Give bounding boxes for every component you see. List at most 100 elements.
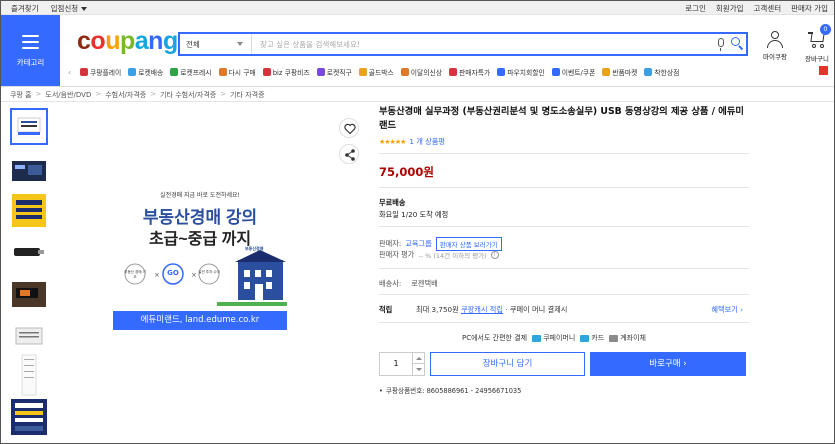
thumbnail-6[interactable] xyxy=(10,318,48,355)
breadcrumb-separator: > xyxy=(95,90,102,98)
quick-nav-item[interactable]: 다시 구매 xyxy=(218,67,256,77)
add-to-cart-button[interactable]: 장바구니 담기 xyxy=(430,352,585,376)
search-input[interactable]: 찾고 싶은 상품을 검색해보세요! xyxy=(260,39,360,50)
quick-nav-label: 이달의신상 xyxy=(410,69,442,77)
quick-nav-item[interactable]: biz 쿠팡비즈 xyxy=(262,67,310,77)
seller-signup-link[interactable]: 판매자 가입 xyxy=(791,3,828,14)
quick-nav-item[interactable]: 쿠팡플레이 xyxy=(80,67,121,77)
seller-row: 판매자: 교육그룹 판매자 상품 보러가기 xyxy=(379,237,502,251)
quantity-increase-button[interactable] xyxy=(412,353,424,364)
thumbnail-7[interactable] xyxy=(10,353,48,397)
my-coupang-button[interactable]: 마이쿠팡 xyxy=(760,31,790,61)
chevron-down-icon xyxy=(237,42,243,46)
divider xyxy=(379,153,749,154)
card-icon xyxy=(580,334,590,342)
header-divider xyxy=(1,86,834,87)
quick-nav-label: biz 쿠팡비즈 xyxy=(272,69,310,77)
bubble-mid: GO xyxy=(167,269,179,277)
cart-label: 장바구니 xyxy=(805,55,829,63)
search-bar: 전체 찾고 싶은 상품을 검색해보세요! xyxy=(178,32,748,56)
customer-center-link[interactable]: 고객센터 xyxy=(754,3,782,14)
thumbnail-image xyxy=(12,194,46,227)
thumbnail-8[interactable] xyxy=(10,398,48,436)
benefit-more-link[interactable]: 혜택보기 › xyxy=(711,305,743,315)
quick-nav-icon xyxy=(316,68,325,76)
quantity-input[interactable]: 1 xyxy=(380,353,412,375)
share-icon xyxy=(345,149,355,161)
seller-products-button[interactable]: 판매자 상품 보러가기 xyxy=(435,237,502,251)
search-category-select[interactable]: 전체 xyxy=(180,34,252,54)
quick-nav-item[interactable]: 로켓배송 xyxy=(128,67,163,77)
breadcrumb-item[interactable]: 수험서/자격증 xyxy=(105,90,146,100)
buy-now-button[interactable]: 바로구매 › xyxy=(590,352,746,376)
review-count-link[interactable]: 1 개 상품평 xyxy=(409,137,445,147)
info-icon[interactable]: i xyxy=(490,251,499,259)
search-icon[interactable] xyxy=(731,37,740,46)
flag-icon[interactable] xyxy=(819,66,828,75)
seller-label: 판매자: xyxy=(379,239,402,248)
breadcrumb-item[interactable]: 기타 자격증 xyxy=(230,90,264,100)
quick-nav-icon xyxy=(644,68,653,76)
shipping-label: 무료배송 xyxy=(379,198,406,207)
payment-method-label: 쿠페이머니 xyxy=(543,334,576,342)
quantity-stepper: 1 xyxy=(379,352,425,376)
heart-icon xyxy=(344,123,356,135)
breadcrumb-item[interactable]: 도서/음반/DVD xyxy=(45,90,91,100)
quick-nav-item[interactable]: 로켓프레시 xyxy=(170,67,212,77)
payment-intro: PC에서도 간편한 결제 xyxy=(462,334,528,342)
quick-nav-icon xyxy=(497,68,506,76)
coupang-logo[interactable]: coupang xyxy=(77,27,178,56)
delivery-company: 로젠택배 xyxy=(411,279,438,288)
quick-nav-items: 쿠팡플레이 로켓배송 로켓프레시 다시 구매 biz 쿠팡비즈 로켓직구 골드박스 이달의신상… xyxy=(80,67,679,77)
quick-nav-item[interactable]: 로켓직구 xyxy=(316,67,352,77)
quick-nav-item[interactable]: 파우치회할인 xyxy=(497,67,545,77)
bookmark-link[interactable]: 즐겨찾기 xyxy=(11,3,39,14)
quick-nav-icon xyxy=(262,68,271,76)
chevron-down-icon xyxy=(81,7,88,11)
image-headline-small: 실전경매 지금 바로 도전하세요! xyxy=(160,192,240,199)
delivery-label: 배송사: xyxy=(379,279,402,288)
rating-row: ★★★★★ 1 개 상품평 xyxy=(379,137,445,147)
category-menu-button[interactable]: 카테고리 xyxy=(1,15,60,87)
product-title: 부동산경매 실무과정 (부동산권리분석 및 명도소송실무) USB 동영상강의 … xyxy=(379,106,744,131)
quick-nav-icon xyxy=(358,68,367,76)
microphone-icon[interactable] xyxy=(718,38,724,51)
seller-apply-link[interactable]: 입점신청 xyxy=(51,3,88,14)
chevron-left-icon[interactable]: ‹ xyxy=(68,68,71,77)
bubble-left: 부동산 경매 기초 xyxy=(124,270,146,279)
thumbnail-3[interactable] xyxy=(10,192,48,229)
wishlist-button[interactable] xyxy=(339,118,359,138)
seller-score-value: -- % (14건 이하의 평가) xyxy=(418,252,487,260)
thumbnail-image xyxy=(12,161,46,181)
payment-method: 계좌이체 xyxy=(609,333,646,343)
breadcrumb-item[interactable]: 기타 수험서/자격증 xyxy=(160,90,216,100)
seller-name-link[interactable]: 교육그룹 xyxy=(405,239,431,249)
quick-nav-item[interactable]: 반품마켓 xyxy=(602,67,637,77)
quick-nav-item[interactable]: 이달의신상 xyxy=(400,67,442,77)
divider xyxy=(379,226,749,227)
thumbnail-5[interactable] xyxy=(10,276,48,313)
quick-nav-label: 판매자특가 xyxy=(458,69,491,77)
login-link[interactable]: 로그인 xyxy=(685,3,706,14)
signup-link[interactable]: 회원가입 xyxy=(716,3,744,14)
quick-nav-item[interactable]: 착한상점 xyxy=(644,67,679,77)
quick-nav-item[interactable]: 골드박스 xyxy=(358,67,394,77)
quick-nav-item[interactable]: 판매자특가 xyxy=(448,67,491,77)
divider xyxy=(379,322,749,323)
image-footer-banner: 에듀미랜드, land.edume.co.kr xyxy=(113,311,287,330)
quantity-decrease-button[interactable] xyxy=(412,364,424,375)
thumbnail-4[interactable] xyxy=(10,234,48,271)
thumbnail-1[interactable] xyxy=(10,108,48,145)
payment-methods-row: PC에서도 간편한 결제 쿠페이머니 카드 계좌이체 xyxy=(462,333,646,343)
svg-text:×: × xyxy=(191,271,197,279)
coupang-cash-link[interactable]: 쿠팡캐시 적립 xyxy=(461,305,503,314)
breadcrumb-item[interactable]: 쿠팡 홈 xyxy=(10,90,32,100)
thumbnail-image xyxy=(15,327,43,345)
payment-method: 카드 xyxy=(580,333,604,343)
share-button[interactable] xyxy=(339,144,359,164)
quick-nav-item[interactable]: 이벤트/쿠폰 xyxy=(551,67,595,77)
thumbnail-2[interactable] xyxy=(10,153,48,190)
bubble-right: 실전 투자 수익 xyxy=(198,270,220,274)
image-illustration: × × xyxy=(124,250,287,306)
thumbnail-image xyxy=(17,117,41,135)
